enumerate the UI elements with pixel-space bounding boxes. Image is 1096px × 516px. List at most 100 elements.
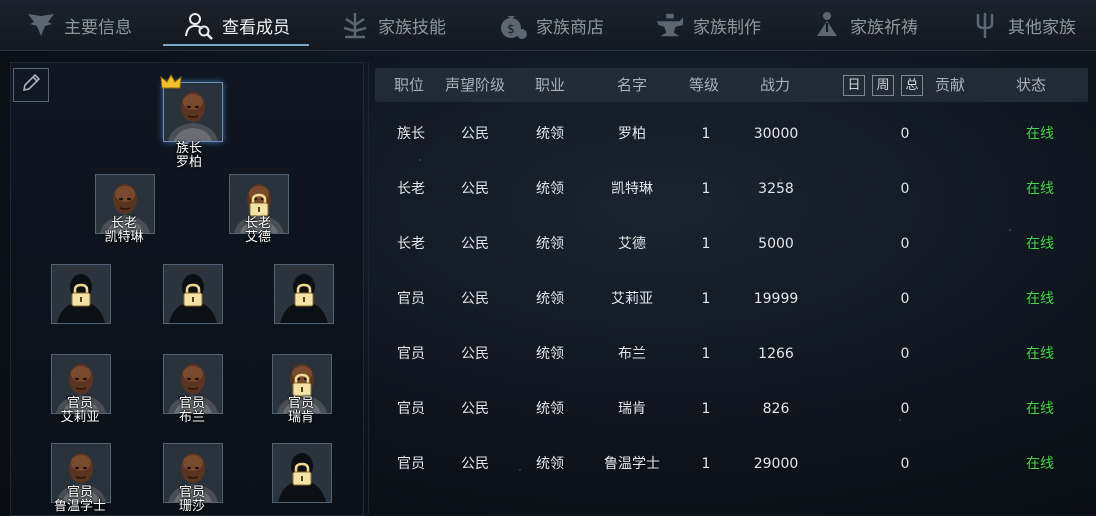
tab-family-crafting[interactable]: 家族制作 bbox=[655, 0, 761, 50]
contribution-day-button[interactable]: 日 bbox=[843, 75, 865, 96]
tab-label: 家族技能 bbox=[378, 17, 446, 38]
table-row[interactable]: 长老 公民 统领 艾德 1 5000 0 在线 bbox=[375, 222, 1088, 277]
header-status[interactable]: 状态 bbox=[1005, 68, 1057, 102]
member-name: 鲁温学士 bbox=[53, 499, 106, 514]
svg-text:$: $ bbox=[507, 22, 515, 36]
table-row[interactable]: 官员 公民 统领 瑞肯 1 826 0 在线 bbox=[375, 387, 1088, 442]
member-name: 凯特琳 bbox=[104, 230, 144, 245]
table-row[interactable]: 官员 公民 统领 布兰 1 1266 0 在线 bbox=[375, 332, 1088, 387]
header-position[interactable]: 职位 bbox=[375, 68, 443, 102]
member-title: 官员 bbox=[66, 485, 93, 500]
cell-power: 5000 bbox=[758, 236, 794, 252]
lock-icon bbox=[290, 373, 314, 397]
panel-divider bbox=[368, 62, 369, 514]
cell-power: 1266 bbox=[758, 346, 794, 362]
member-slot-label: 长老 艾德 bbox=[218, 217, 298, 245]
member-slot-label: 官员 布兰 bbox=[152, 397, 232, 425]
cell-contribution: 0 bbox=[900, 346, 910, 362]
header-power[interactable]: 战力 bbox=[735, 68, 815, 102]
tab-other-families[interactable]: 其他家族 bbox=[970, 0, 1076, 50]
tab-label: 主要信息 bbox=[64, 17, 132, 38]
tab-label: 其他家族 bbox=[1008, 17, 1076, 38]
cell-contribution: 0 bbox=[900, 401, 910, 417]
lock-icon bbox=[69, 283, 93, 307]
header-class[interactable]: 职业 bbox=[517, 68, 583, 102]
cell-reputation: 公民 bbox=[461, 401, 489, 417]
pencil-icon bbox=[20, 72, 42, 98]
table-row[interactable]: 族长 公民 统领 罗柏 1 30000 0 在线 bbox=[375, 112, 1088, 167]
cell-power: 3258 bbox=[758, 181, 794, 197]
edit-button[interactable] bbox=[13, 68, 49, 102]
member-name: 罗柏 bbox=[175, 155, 202, 170]
lock-icon bbox=[290, 462, 314, 486]
member-slot-locked[interactable] bbox=[274, 264, 334, 324]
cell-status: 在线 bbox=[1026, 401, 1054, 417]
cell-status: 在线 bbox=[1026, 236, 1054, 252]
cell-reputation: 公民 bbox=[461, 346, 489, 362]
member-name: 珊莎 bbox=[178, 499, 205, 514]
member-slot-locked[interactable] bbox=[272, 443, 332, 503]
cell-contribution: 0 bbox=[900, 236, 910, 252]
header-reputation[interactable]: 声望阶级 bbox=[435, 68, 515, 102]
cell-reputation: 公民 bbox=[461, 236, 489, 252]
cell-name: 罗柏 bbox=[618, 126, 646, 142]
tab-label: 查看成员 bbox=[222, 17, 290, 38]
member-name: 艾莉亚 bbox=[60, 410, 100, 425]
cell-level: 1 bbox=[701, 291, 711, 307]
cell-reputation: 公民 bbox=[461, 181, 489, 197]
cell-contribution: 0 bbox=[900, 126, 910, 142]
cell-level: 1 bbox=[701, 456, 711, 472]
cell-power: 826 bbox=[762, 401, 790, 417]
trident-icon bbox=[970, 10, 1000, 40]
tab-family-skills[interactable]: 家族技能 bbox=[340, 0, 446, 50]
cell-power: 30000 bbox=[753, 126, 799, 142]
member-title: 官员 bbox=[178, 396, 205, 411]
cell-contribution: 0 bbox=[900, 456, 910, 472]
cell-contribution: 0 bbox=[900, 291, 910, 307]
cell-class: 统领 bbox=[536, 456, 564, 472]
member-name: 艾德 bbox=[244, 230, 271, 245]
cell-level: 1 bbox=[701, 346, 711, 362]
member-title: 官员 bbox=[287, 396, 314, 411]
lock-icon bbox=[181, 283, 205, 307]
tab-family-shop[interactable]: $ 家族商店 bbox=[498, 0, 604, 50]
cell-status: 在线 bbox=[1026, 291, 1054, 307]
member-title: 长老 bbox=[110, 216, 137, 231]
cell-class: 统领 bbox=[536, 346, 564, 362]
tab-label: 家族商店 bbox=[536, 17, 604, 38]
cell-class: 统领 bbox=[536, 401, 564, 417]
table-row[interactable]: 官员 公民 统领 艾莉亚 1 19999 0 在线 bbox=[375, 277, 1088, 332]
cell-status: 在线 bbox=[1026, 346, 1054, 362]
cell-status: 在线 bbox=[1026, 181, 1054, 197]
anvil-icon bbox=[655, 10, 685, 40]
tab-main-info[interactable]: 主要信息 bbox=[26, 0, 132, 50]
header-level[interactable]: 等级 bbox=[675, 68, 733, 102]
member-slot-label: 长老 凯特琳 bbox=[84, 217, 164, 245]
tab-view-members[interactable]: 查看成员 bbox=[184, 0, 290, 50]
cell-name: 鲁温学士 bbox=[604, 456, 660, 472]
table-row[interactable]: 官员 公民 统领 鲁温学士 1 29000 0 在线 bbox=[375, 442, 1088, 497]
member-slot-locked[interactable] bbox=[163, 264, 223, 324]
tab-label: 家族制作 bbox=[693, 17, 761, 38]
member-slot-label: 族长 罗柏 bbox=[149, 142, 229, 170]
cell-reputation: 公民 bbox=[461, 456, 489, 472]
table-row[interactable]: 长老 公民 统领 凯特琳 1 3258 0 在线 bbox=[375, 167, 1088, 222]
header-name[interactable]: 名字 bbox=[587, 68, 677, 102]
member-slot-label: 官员 鲁温学士 bbox=[40, 486, 120, 514]
prayer-icon bbox=[812, 10, 842, 40]
member-slot-label: 官员 瑞肯 bbox=[261, 397, 341, 425]
cell-class: 统领 bbox=[536, 236, 564, 252]
cell-name: 布兰 bbox=[618, 346, 646, 362]
cell-class: 统领 bbox=[536, 291, 564, 307]
cell-contribution: 0 bbox=[900, 181, 910, 197]
member-title: 官员 bbox=[66, 396, 93, 411]
contribution-total-button[interactable]: 总 bbox=[901, 75, 923, 96]
tab-family-prayer[interactable]: 家族祈祷 bbox=[812, 0, 918, 50]
header-contribution[interactable]: 贡献 bbox=[927, 68, 973, 102]
cell-reputation: 公民 bbox=[461, 126, 489, 142]
contribution-week-button[interactable]: 周 bbox=[872, 75, 894, 96]
cell-power: 19999 bbox=[753, 291, 799, 307]
member-slot-locked[interactable] bbox=[51, 264, 111, 324]
member-title: 官员 bbox=[178, 485, 205, 500]
crown-icon bbox=[160, 73, 182, 94]
